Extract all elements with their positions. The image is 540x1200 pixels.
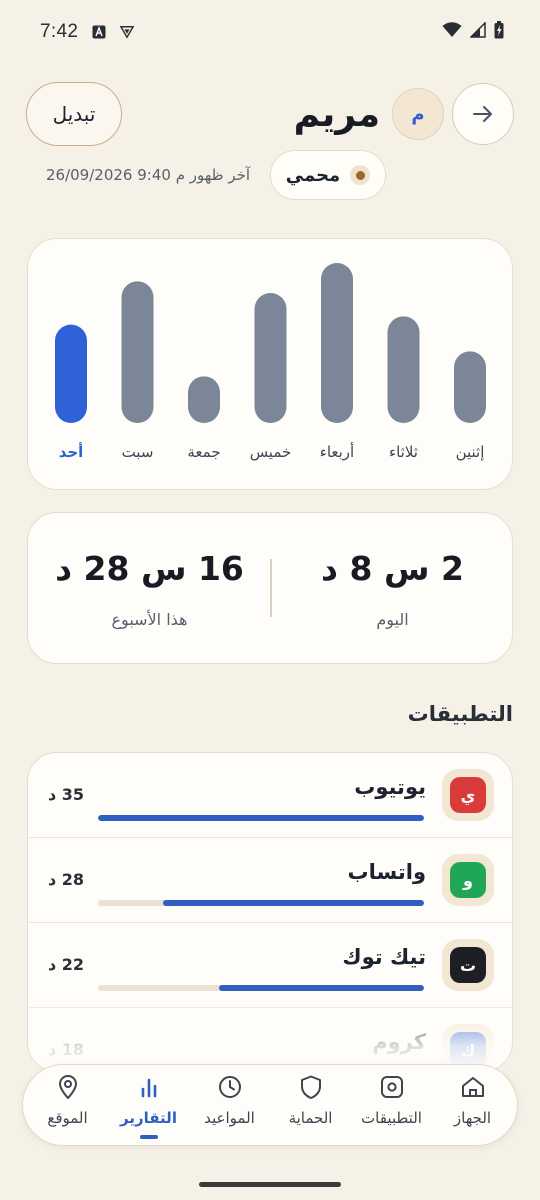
app-minutes: 22 د	[48, 955, 85, 974]
status-bar: 7:42	[0, 0, 540, 64]
chart-day-label: خميس	[250, 443, 292, 461]
wifi-icon	[442, 22, 462, 42]
chart-day-label: جمعة	[187, 443, 220, 461]
whatsapp-app-icon: و	[450, 862, 486, 898]
bottom-navigation: الجهاز التطبيقات الحماية المواعيد التقار…	[22, 1064, 518, 1146]
nav-label: التطبيقات	[361, 1109, 422, 1127]
last-seen-text: آخر ظهور م 9:40 26/09/2026	[46, 166, 251, 184]
chart-day-label: ثلاثاء	[389, 443, 418, 461]
nav-item-device[interactable]: الجهاز	[432, 1065, 513, 1145]
chart-bar[interactable]	[188, 376, 220, 423]
week-total-value: 16 س 28 د	[55, 549, 244, 588]
chart-day-label: أحد	[59, 442, 84, 461]
weekly-usage-chart: إثنين ثلاثاء أربعاء خميس جمعة سبت أحد	[27, 238, 513, 490]
battery-charging-icon	[494, 21, 504, 43]
home-gesture-handle[interactable]	[199, 1182, 341, 1187]
nav-item-protection[interactable]: الحماية	[270, 1065, 351, 1145]
status-dot-icon	[350, 165, 371, 185]
usage-bar-fill	[98, 815, 424, 821]
apps-usage-list: ي يوتيوب 35 د و واتساب 28 د ت تيك توك 22…	[27, 752, 513, 1072]
cellular-signal-icon	[469, 21, 486, 42]
app-row[interactable]: ك كروم 18 د	[28, 1008, 512, 1071]
usage-totals-card: 16 س 28 د هذا الأسبوع 2 س 8 د اليوم	[27, 512, 513, 664]
status-row: آخر ظهور م 9:40 26/09/2026 محمي	[46, 150, 386, 200]
app-row[interactable]: ي يوتيوب 35 د	[28, 753, 512, 838]
youtube-app-icon: ي	[450, 777, 486, 813]
week-total: 16 س 28 د هذا الأسبوع	[28, 513, 271, 665]
clock-icon	[216, 1073, 244, 1101]
nav-label: الحماية	[288, 1109, 333, 1127]
app-minutes: 28 د	[48, 870, 85, 889]
chart-bar[interactable]	[254, 293, 287, 423]
nav-label: الموقع	[47, 1109, 88, 1127]
protection-status-badge: محمي	[270, 150, 386, 200]
usage-bar-fill	[218, 985, 424, 991]
nav-item-reports[interactable]: التقارير	[108, 1065, 189, 1145]
app-name: واتساب	[347, 860, 427, 884]
shield-icon	[297, 1073, 325, 1101]
chart-bar[interactable]	[55, 324, 87, 423]
back-button[interactable]	[452, 83, 514, 145]
bar-chart-icon	[135, 1073, 163, 1101]
switch-child-button[interactable]: تبديل	[26, 82, 122, 146]
app-name: يوتيوب	[354, 775, 426, 799]
keyboard-notification-icon	[92, 24, 106, 40]
child-avatar: م	[392, 88, 444, 140]
chart-bar[interactable]	[321, 263, 353, 423]
tiktok-app-icon: ت	[450, 947, 486, 983]
apps-icon	[378, 1073, 406, 1101]
today-total-label: اليوم	[376, 610, 409, 629]
vpn-shield-notification-icon	[120, 24, 135, 40]
nav-item-schedules[interactable]: المواعيد	[189, 1065, 270, 1145]
apps-section-title: التطبيقات	[407, 702, 513, 726]
week-total-label: هذا الأسبوع	[111, 610, 188, 629]
chart-bar[interactable]	[454, 351, 486, 423]
app-name: تيك توك	[342, 945, 426, 969]
chart-day-label: أربعاء	[320, 442, 354, 461]
status-time: 7:42	[40, 21, 79, 42]
usage-bar	[98, 815, 424, 821]
nav-label: المواعيد	[204, 1109, 255, 1127]
nav-item-location[interactable]: الموقع	[27, 1065, 108, 1145]
app-name: كروم	[372, 1030, 426, 1054]
chart-bar[interactable]	[387, 316, 420, 423]
location-pin-icon	[54, 1073, 82, 1101]
nav-item-apps[interactable]: التطبيقات	[351, 1065, 432, 1145]
app-icon-frame: ي	[442, 769, 494, 821]
today-total: 2 س 8 د اليوم	[271, 513, 514, 665]
chart-day-label: إثنين	[456, 443, 485, 461]
chart-bar[interactable]	[121, 281, 154, 423]
chrome-app-icon: ك	[450, 1032, 486, 1068]
arrow-right-icon	[473, 106, 492, 122]
weekly-usage-bars: إثنين ثلاثاء أربعاء خميس جمعة سبت أحد	[55, 263, 486, 461]
app-icon-frame: و	[442, 854, 494, 906]
today-total-value: 2 س 8 د	[321, 549, 464, 588]
active-tab-indicator	[139, 1135, 158, 1139]
home-icon	[459, 1073, 487, 1101]
usage-bar	[98, 900, 424, 906]
child-name: مريم	[293, 93, 380, 135]
app-row[interactable]: ت تيك توك 22 د	[28, 923, 512, 1008]
app-icon-frame: ت	[442, 939, 494, 991]
usage-bar-fill	[163, 900, 424, 906]
app-minutes: 35 د	[48, 785, 85, 804]
nav-label: التقارير	[120, 1109, 177, 1127]
protection-status-label: محمي	[285, 164, 341, 186]
nav-label: الجهاز	[453, 1109, 492, 1127]
usage-bar	[98, 985, 424, 991]
app-row[interactable]: و واتساب 28 د	[28, 838, 512, 923]
app-minutes: 18 د	[48, 1040, 85, 1059]
child-header: تبديل مريم م	[26, 80, 514, 148]
chart-day-label: سبت	[122, 443, 154, 461]
